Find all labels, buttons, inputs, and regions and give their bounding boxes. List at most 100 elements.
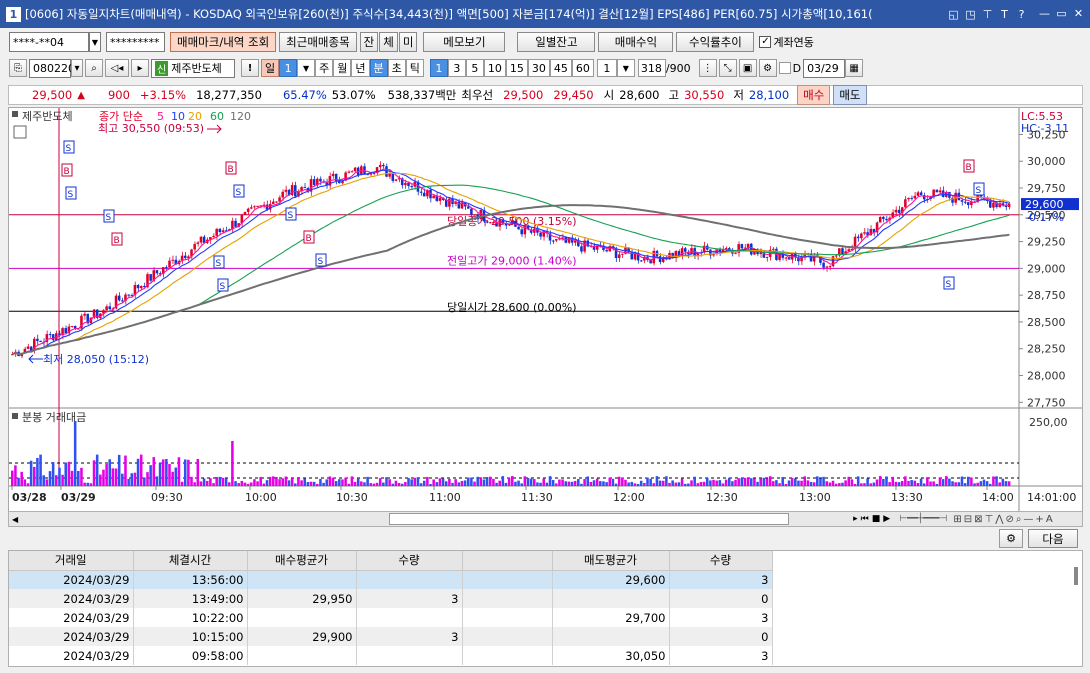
- checkbox-icon[interactable]: ✓: [759, 36, 772, 48]
- chart-collapse-icon: [12, 111, 18, 117]
- next-button[interactable]: 다음: [1028, 529, 1078, 548]
- scroll-left-icon[interactable]: ◀: [12, 515, 18, 524]
- candle-body: [221, 230, 225, 233]
- minute-30[interactable]: 30: [527, 59, 550, 77]
- stock-name-field[interactable]: 신 제주반도체: [151, 58, 235, 78]
- volume-bar: [888, 482, 891, 486]
- window-number-icon: 1: [6, 6, 21, 22]
- candle-body: [64, 328, 68, 334]
- count-select[interactable]: 1: [596, 59, 617, 77]
- text-icon[interactable]: T: [997, 8, 1012, 21]
- volume-bar: [1001, 478, 1005, 486]
- day-checkbox[interactable]: [778, 62, 791, 74]
- balance-button[interactable]: 잔: [359, 32, 379, 52]
- return-trend-button[interactable]: 수익률추이: [676, 32, 755, 52]
- buy-button[interactable]: 매수: [797, 85, 831, 105]
- gear-icon[interactable]: ⚙: [758, 59, 777, 77]
- playback-icons[interactable]: ▸⏮■▶: [853, 514, 893, 524]
- table-scrollbar[interactable]: [1074, 567, 1078, 585]
- volume-bar: [460, 481, 464, 486]
- close-button[interactable]: ✕: [1071, 7, 1086, 21]
- save-icon[interactable]: ▣: [738, 59, 757, 77]
- period-day[interactable]: 일: [261, 59, 280, 77]
- table-row[interactable]: 2024/03/29 10:22:00 29,700 3: [9, 608, 773, 627]
- volume-tick-label: 250,00: [1029, 416, 1068, 429]
- layout-icon[interactable]: ◱: [946, 8, 961, 21]
- password-input[interactable]: *********: [106, 32, 165, 52]
- table-row[interactable]: 2024/03/29 09:58:00 30,050 3: [9, 646, 773, 665]
- trade-profit-button[interactable]: 매매수익: [598, 32, 674, 52]
- volume-bar: [633, 483, 637, 486]
- table-cell: 3: [356, 589, 463, 608]
- volume-bar: [391, 483, 395, 486]
- zoom-slider[interactable]: ⊢━━┼━━━⊣: [899, 514, 947, 524]
- account-link-checkbox[interactable]: ✓ 계좌연동: [759, 34, 814, 50]
- low-arrow-icon: [28, 354, 43, 364]
- prev-icon[interactable]: ▸: [131, 59, 149, 77]
- candle-body: [272, 201, 275, 204]
- search-icon[interactable]: ⌕: [85, 59, 103, 77]
- calendar-icon[interactable]: ▦: [845, 59, 864, 77]
- stock-code-input[interactable]: 080220: [29, 58, 75, 78]
- executed-button[interactable]: 체: [379, 32, 398, 52]
- volume-bar: [262, 483, 266, 486]
- pin-icon[interactable]: ⊤: [980, 8, 995, 21]
- help-icon[interactable]: ?: [1014, 8, 1029, 21]
- minute-60[interactable]: 60: [571, 59, 594, 77]
- period-week[interactable]: 주: [315, 59, 334, 77]
- period-year[interactable]: 년: [351, 59, 370, 77]
- volume-bar: [17, 477, 20, 486]
- price-chart[interactable]: 30,25030,00029,75029,50029,25029,00028,7…: [9, 108, 1082, 511]
- minute-3[interactable]: 3: [447, 59, 466, 77]
- chart-settings-icon[interactable]: ⎘: [9, 59, 27, 77]
- table-row[interactable]: 2024/03/29 13:56:00 29,600 3: [9, 570, 773, 589]
- volume-bar: [39, 454, 42, 486]
- account-input[interactable]: ****-**04: [9, 32, 89, 52]
- minute-45[interactable]: 45: [549, 59, 572, 77]
- count-dropdown-icon[interactable]: ▼: [616, 59, 635, 77]
- trade-mark-query-button[interactable]: 매매마크/내역 조회: [170, 32, 277, 52]
- period-dropdown-icon[interactable]: ▼: [297, 59, 316, 77]
- minimize-button[interactable]: —: [1037, 7, 1052, 21]
- copy-icon[interactable]: ◳: [963, 8, 978, 21]
- period-minute[interactable]: 분: [369, 59, 388, 77]
- table-row[interactable]: 2024/03/29 13:49:00 29,950 3 0: [9, 589, 773, 608]
- table-cell: [356, 646, 463, 665]
- code-dropdown-icon[interactable]: ▾: [71, 59, 83, 77]
- view-count-input[interactable]: 318: [637, 59, 666, 77]
- minute-1[interactable]: 1: [429, 59, 448, 77]
- minute-5[interactable]: 5: [465, 59, 484, 77]
- minute-10[interactable]: 10: [483, 59, 506, 77]
- table-settings-gear-icon[interactable]: ⚙: [999, 529, 1023, 548]
- sound-icon[interactable]: ◁◂: [105, 59, 129, 77]
- maximize-button[interactable]: ▭: [1054, 7, 1069, 21]
- volume-bar: [630, 481, 634, 486]
- table-row[interactable]: 2024/03/29 10:15:00 29,900 3 0: [9, 627, 773, 646]
- period-second[interactable]: 초: [387, 59, 406, 77]
- scroll-thumb[interactable]: [389, 513, 790, 525]
- minute-15[interactable]: 15: [505, 59, 528, 77]
- table-cell: [356, 570, 463, 589]
- volume-bar: [844, 480, 847, 486]
- candle-body: [215, 228, 218, 236]
- chart-scrollbar[interactable]: ◀ ▸⏮■▶ ⊢━━┼━━━⊣ ⊞⊟⊠⊤⋀⊘⌕—+A: [8, 511, 1083, 527]
- indicator-icon[interactable]: ⋮: [698, 59, 717, 77]
- date-input[interactable]: 03/29: [803, 58, 846, 78]
- tool-icon[interactable]: ⤡: [718, 59, 737, 77]
- account-dropdown-icon[interactable]: ▼: [89, 32, 101, 52]
- volume-bar: [545, 482, 549, 486]
- recent-trades-button[interactable]: 최근매매종목: [279, 32, 357, 52]
- sell-button[interactable]: 매도: [833, 85, 867, 105]
- candle-body: [139, 285, 143, 289]
- drawing-tools-icons[interactable]: ⊞⊟⊠⊤⋀⊘⌕—+A: [953, 514, 1054, 525]
- daily-balance-button[interactable]: 일별잔고: [517, 32, 596, 52]
- volume-bar: [614, 483, 618, 486]
- unfilled-button[interactable]: 미: [398, 32, 418, 52]
- alert-icon[interactable]: !: [241, 59, 259, 77]
- memo-button[interactable]: 메모보기: [423, 32, 506, 52]
- period-day-count[interactable]: 1: [279, 59, 298, 77]
- volume-bar: [960, 476, 964, 486]
- chart-area[interactable]: 30,250 30,000 29,750 29,500 29,250 29,000 28,7…: [8, 107, 1083, 512]
- period-month[interactable]: 월: [333, 59, 352, 77]
- period-tick[interactable]: 틱: [405, 59, 424, 77]
